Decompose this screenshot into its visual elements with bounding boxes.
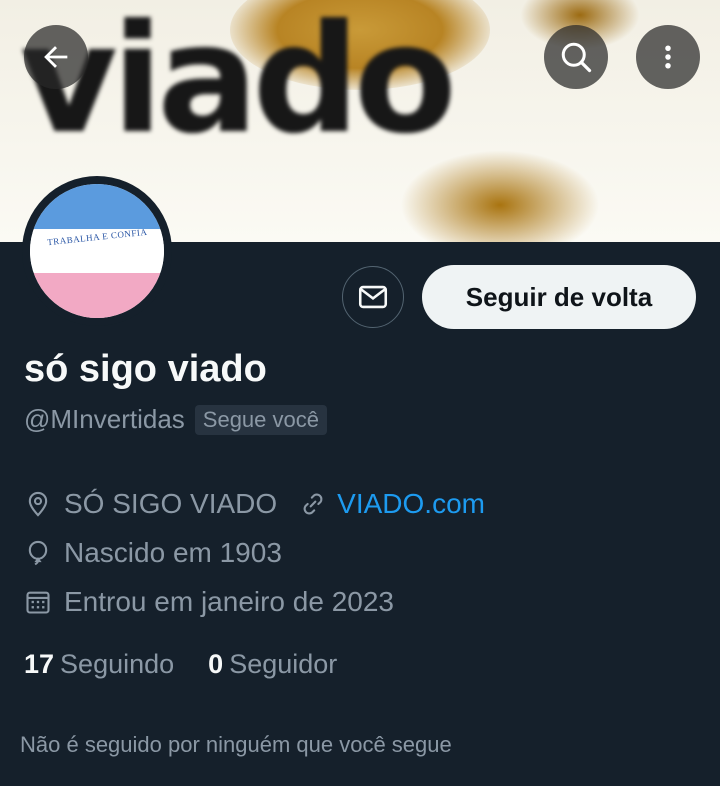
location-pin-icon [28,491,48,517]
message-button[interactable] [342,266,404,328]
following-count: 17 [24,649,55,679]
following-label: Seguindo [60,649,175,679]
link-icon [303,493,323,515]
location-text: SÓ SIGO VIADO [64,488,278,519]
follow-stats: 17 Seguindo 0 Seguidor [24,649,371,680]
following-stat[interactable]: 17 Seguindo [24,649,174,680]
calendar-icon [26,591,50,614]
more-options-button[interactable] [636,25,700,89]
follow-back-button[interactable]: Seguir de volta [422,265,696,329]
envelope-icon [358,285,388,309]
mutual-followers-note: Não é seguido por ninguém que você segue [20,732,452,757]
handle-row: @MInvertidas Segue você [24,404,327,435]
more-vertical-icon [665,45,671,69]
flag-stripe-pink [30,273,164,318]
follows-you-badge: Segue você [194,404,327,435]
display-name: só sigo viado [24,348,267,390]
location-website-row: SÓ SIGO VIADO VIADO.com [24,488,485,520]
search-button[interactable] [544,25,608,89]
joined-text: Entrou em janeiro de 2023 [64,586,394,617]
user-handle: @MInvertidas [24,404,185,434]
balloon-icon [28,540,48,566]
birth-text: Nascido em 1903 [64,537,282,568]
flag-motto: TRABALHA E CONFIA [46,226,148,248]
avatar-flag-image: TRABALHA E CONFIA [30,184,164,318]
website-link[interactable]: VIADO.com [337,488,485,520]
back-button[interactable] [24,25,88,89]
banner-text: viado [20,0,457,167]
back-arrow-icon [44,46,68,68]
flag-stripe-blue [30,184,164,229]
birth-row: Nascido em 1903 [24,537,282,569]
search-icon [561,42,592,73]
followers-label: Seguidor [229,649,338,679]
followers-count: 0 [208,649,224,679]
joined-row: Entrou em janeiro de 2023 [24,586,394,618]
followers-stat[interactable]: 0 Seguidor [208,649,337,680]
avatar[interactable]: TRABALHA E CONFIA [22,176,172,326]
